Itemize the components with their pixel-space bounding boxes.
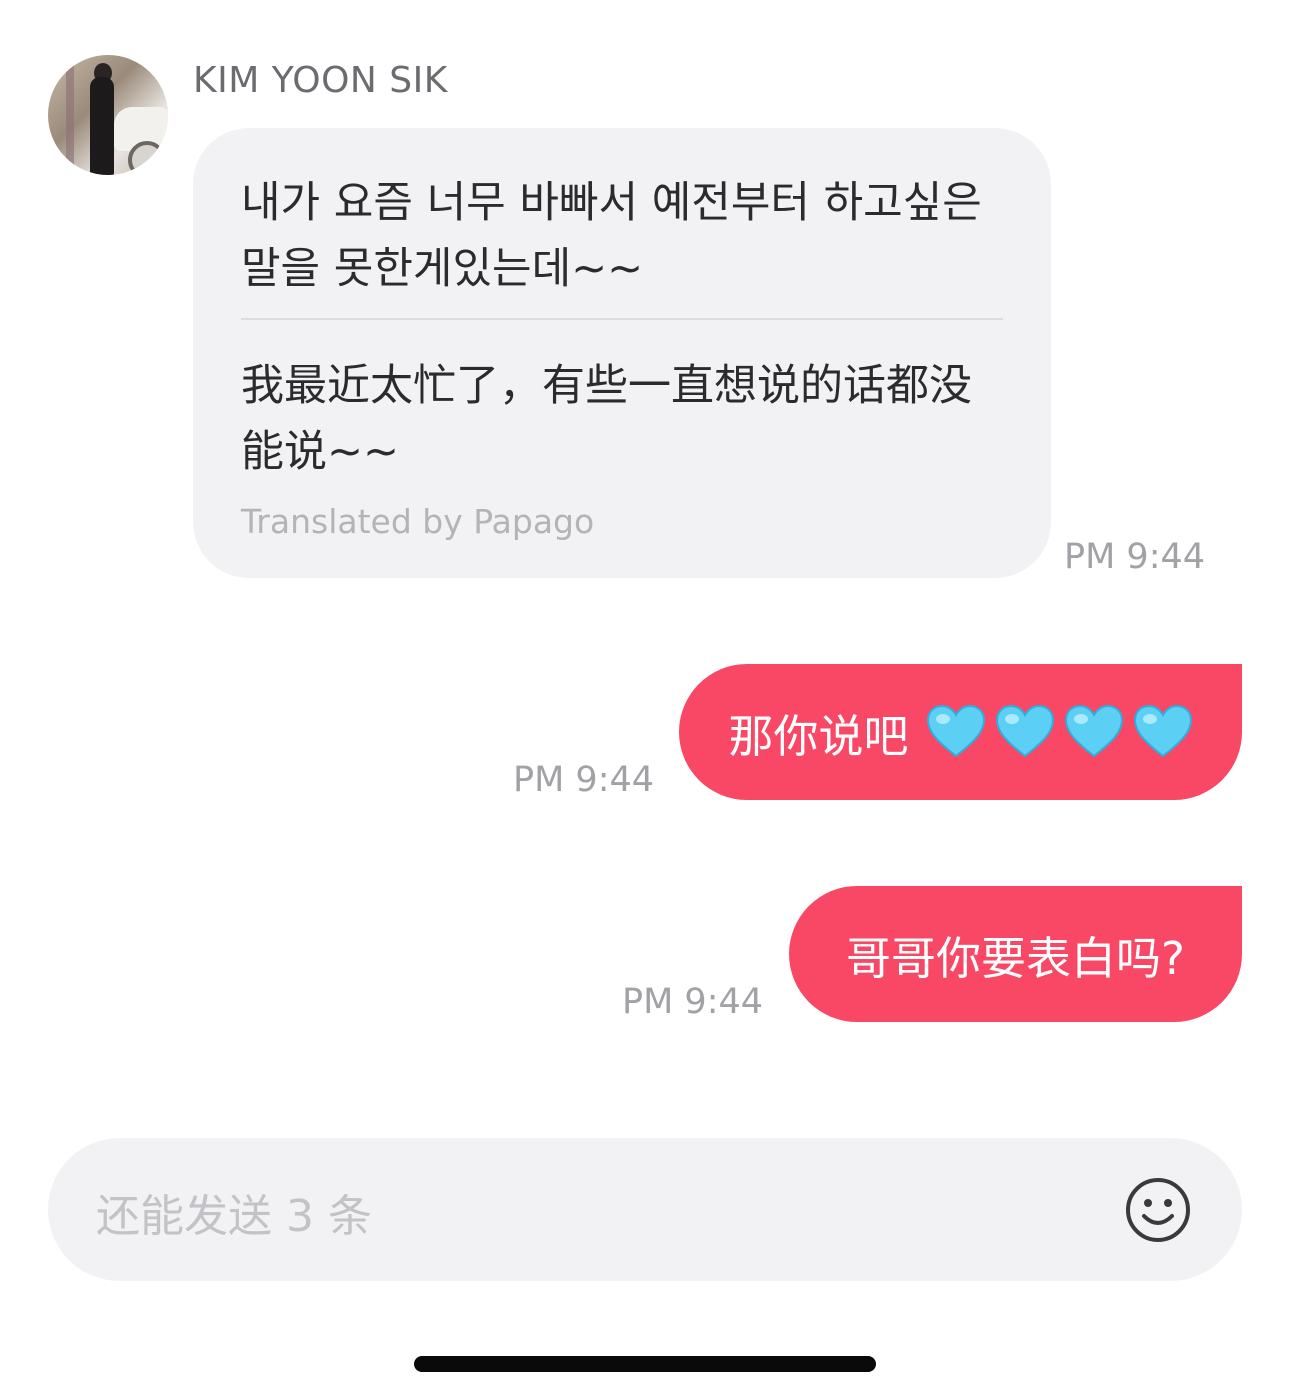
blue-heart-icon (926, 704, 985, 758)
message-input-placeholder: 还能发送 3 条 (96, 1191, 372, 1242)
incoming-translated-text: 我最近太忙了，有些一直想说的话都没能说~~ (241, 361, 972, 477)
blue-heart-icon (995, 704, 1054, 758)
blue-heart-icon (1064, 704, 1123, 758)
outgoing-message-text: 哥哥你要表白吗? (846, 931, 1185, 985)
home-indicator[interactable] (414, 1356, 876, 1372)
message-input[interactable]: 还能发送 3 条 (48, 1138, 1242, 1281)
outgoing-timestamp: PM 9:44 (622, 982, 764, 1022)
sender-avatar[interactable] (48, 55, 168, 175)
outgoing-message-text: 那你说吧 (728, 709, 909, 763)
translation-attribution: Translated by Papago (241, 502, 595, 541)
sender-name: KIM YOON SIK (193, 60, 448, 101)
outgoing-timestamp: PM 9:44 (513, 760, 655, 800)
smiley-face-icon[interactable] (1124, 1176, 1192, 1244)
incoming-timestamp: PM 9:44 (1064, 537, 1206, 577)
incoming-message-bubble[interactable]: 내가 요즘 너무 바빠서 예전부터 하고싶은말을 못한게있는데~~ 我最近太忙了… (193, 128, 1051, 578)
incoming-original-text: 내가 요즘 너무 바빠서 예전부터 하고싶은말을 못한게있는데~~ (241, 178, 982, 294)
blue-heart-icon (1133, 704, 1192, 758)
blue-hearts-emoji-group (917, 704, 1193, 760)
outgoing-message-bubble[interactable]: 哥哥你要表白吗? (789, 886, 1242, 1022)
outgoing-message-bubble[interactable]: 那你说吧 (679, 664, 1242, 800)
avatar-photo-wheel (128, 141, 166, 175)
translation-divider (241, 318, 1003, 320)
avatar-photo-person (90, 77, 114, 175)
avatar-photo-background (66, 55, 74, 175)
